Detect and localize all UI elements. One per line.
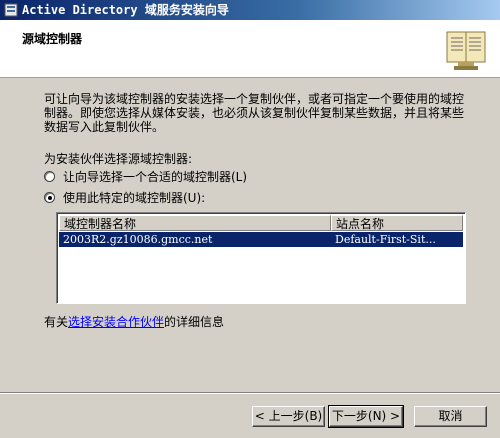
back-button[interactable]: < 上一步(B) bbox=[252, 406, 325, 427]
page-title: 源域控制器 bbox=[22, 32, 83, 46]
more-info-prefix: 有关 bbox=[44, 315, 69, 329]
radio-let-wizard-choose[interactable]: 让向导选择一个合适的域控制器(L) bbox=[44, 168, 247, 184]
radio-button-checked[interactable] bbox=[44, 191, 55, 203]
description-text: 可让向导为该域控制器的安装选择一个复制伙伴，或者可指定一个要使用的域控制器。即使… bbox=[44, 92, 465, 134]
radio-label: 让向导选择一个合适的域控制器(L) bbox=[63, 169, 248, 184]
wizard-window: Active Directory 域服务安装向导 源域控制器 可让向导为该域控制… bbox=[0, 0, 500, 438]
more-info-line: 有关选择安装合作伙伴的详细信息 bbox=[44, 313, 224, 330]
more-info-link[interactable]: 选择安装合作伙伴 bbox=[68, 315, 164, 329]
server-icon bbox=[4, 3, 18, 17]
next-button[interactable]: 下一步(N) > bbox=[328, 405, 404, 428]
title-bar[interactable]: Active Directory 域服务安装向导 bbox=[0, 0, 500, 20]
dc-name-cell: 2003R2.gz10086.gmcc.net bbox=[63, 233, 213, 246]
footer-divider bbox=[0, 392, 500, 394]
column-header-site-name[interactable]: 站点名称 bbox=[331, 215, 463, 231]
list-header: 域控制器名称 站点名称 bbox=[59, 215, 463, 231]
domain-controller-list[interactable]: 域控制器名称 站点名称 2003R2.gz10086.gmcc.net Defa… bbox=[56, 212, 466, 304]
site-name-cell: Default-First-Sit... bbox=[335, 233, 436, 246]
table-row[interactable]: 2003R2.gz10086.gmcc.net Default-First-Si… bbox=[59, 232, 463, 247]
wizard-header: 源域控制器 bbox=[0, 20, 500, 78]
more-info-suffix: 的详细信息 bbox=[164, 315, 225, 329]
book-icon bbox=[446, 31, 486, 70]
window-title: Active Directory 域服务安装向导 bbox=[22, 3, 229, 17]
description-block: 可让向导为该域控制器的安装选择一个复制伙伴，或者可指定一个要使用的域控制器。即使… bbox=[44, 92, 464, 134]
choose-source-label: 为安装伙伴选择源域控制器: bbox=[44, 152, 193, 166]
column-header-dc-name[interactable]: 域控制器名称 bbox=[59, 215, 331, 231]
cancel-button[interactable]: 取消 bbox=[414, 406, 487, 427]
radio-button-unchecked[interactable] bbox=[44, 170, 55, 182]
radio-use-specific-dc[interactable]: 使用此特定的域控制器(U): bbox=[44, 189, 205, 205]
radio-label: 使用此特定的域控制器(U): bbox=[63, 190, 206, 205]
